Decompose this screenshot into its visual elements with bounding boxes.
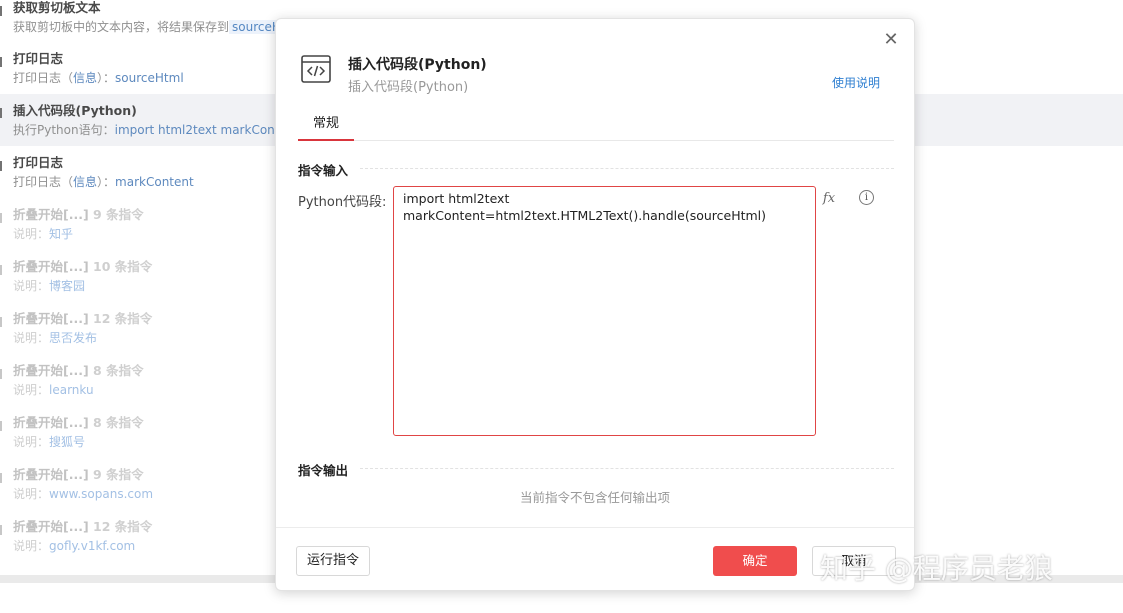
code-icon xyxy=(301,55,331,83)
section-input-title: 指令输入 xyxy=(298,163,349,178)
confirm-button[interactable]: 确定 xyxy=(713,546,797,576)
watermark: 知乎 @程序员老狼 xyxy=(820,552,1053,585)
fx-expression-button[interactable]: fx xyxy=(819,189,839,209)
dialog-footer: 运行指令 确定 取消 xyxy=(276,527,914,591)
divider xyxy=(360,468,894,469)
info-icon[interactable]: i xyxy=(859,190,874,205)
dialog-title: 插入代码段(Python) xyxy=(348,57,487,73)
tab-bar: 常规 xyxy=(298,111,894,141)
section-output-title: 指令输出 xyxy=(298,463,349,478)
close-icon[interactable]: ✕ xyxy=(882,31,900,49)
run-instruction-button[interactable]: 运行指令 xyxy=(296,546,370,576)
no-output-message: 当前指令不包含任何输出项 xyxy=(519,490,670,505)
python-code-dialog: ✕ 插入代码段(Python) 插入代码段(Python) 使用说明 常规 指令… xyxy=(275,18,915,591)
help-link[interactable]: 使用说明 xyxy=(832,74,880,91)
dialog-subtitle: 插入代码段(Python) xyxy=(348,80,469,95)
python-code-editor[interactable]: import html2text markContent=html2text.H… xyxy=(393,186,816,436)
tab-general[interactable]: 常规 xyxy=(298,111,354,141)
python-code-label: Python代码段: xyxy=(298,195,387,210)
divider xyxy=(360,168,894,169)
